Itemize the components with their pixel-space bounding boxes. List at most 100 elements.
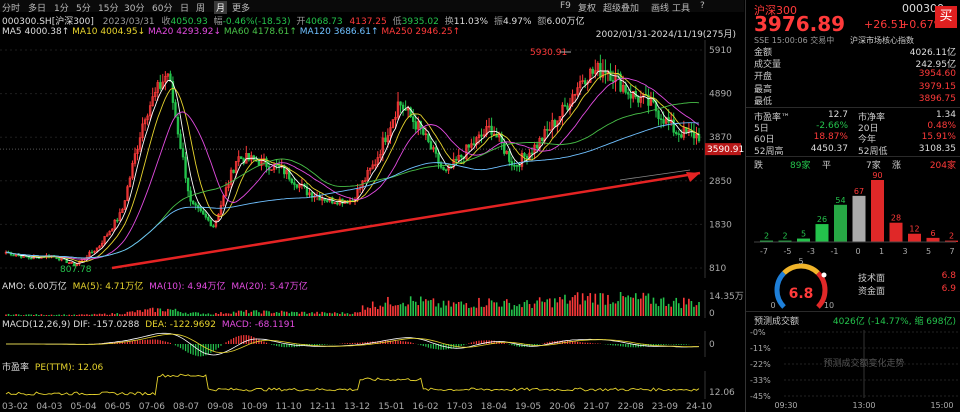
candle-body (513, 164, 516, 167)
x-axis: 03-02 04-03 05-04 06-05 07-06 08-07 09-08 10-09… (2, 402, 712, 412)
toolbar-tool-5[interactable]: ? (700, 1, 705, 11)
amo-bar (293, 312, 296, 316)
toolbar-tool-4[interactable]: 工具 (672, 1, 690, 14)
candle-body (199, 207, 202, 212)
period-6[interactable]: 60分 (152, 1, 172, 14)
candle-body (434, 147, 438, 154)
amo-bar (652, 297, 655, 316)
amo-bar (240, 310, 243, 316)
candle-body (240, 156, 243, 160)
amo-bar (475, 307, 478, 316)
amo-bar (627, 295, 629, 316)
amo-bar (164, 311, 167, 316)
period-2[interactable]: 1分 (54, 1, 69, 14)
amo-bar (192, 312, 194, 316)
dist-bar-label: 67 (854, 187, 864, 196)
amo-bar (323, 312, 326, 316)
candle-body (490, 125, 493, 135)
amo-bar (91, 314, 93, 316)
amo-bar (265, 310, 268, 316)
candle-body (326, 200, 329, 202)
period-5[interactable]: 30分 (124, 1, 144, 14)
toolbar-tool-0[interactable]: F9 (560, 1, 571, 11)
period-1[interactable]: 多日 (28, 1, 46, 14)
candle-body (626, 92, 630, 95)
toolbar-tool-1[interactable]: 复权 (578, 1, 596, 14)
amo-bar (154, 312, 157, 316)
ma250-value: MA250 2946.25↑ (381, 27, 461, 37)
amo-bar (108, 314, 111, 316)
amo-bar (404, 306, 407, 316)
dist-bar-label: 26 (817, 215, 827, 224)
x-tick-label: 20-06 (549, 402, 575, 412)
amo-bar (485, 305, 488, 316)
svg-text:15:00: 15:00 (930, 401, 953, 410)
turnover-value: 11.03% (453, 17, 489, 27)
amo-bar (364, 309, 366, 316)
amo-bar (574, 295, 576, 316)
amo-bar (179, 312, 182, 316)
amo-bar (189, 312, 192, 316)
candle-body (503, 142, 506, 154)
amo-bar (445, 305, 447, 316)
dist-bar-label: 90 (872, 171, 882, 180)
candle-body (697, 134, 701, 142)
amo-bar (531, 307, 533, 316)
amo-bar (566, 303, 569, 316)
y-tick-label: 4890 (709, 90, 732, 100)
svg-text:0: 0 (770, 301, 775, 310)
pe-line (5, 373, 700, 396)
toolbar-tool-2[interactable]: 超级叠加 (603, 1, 639, 14)
period-8[interactable]: 周 (196, 1, 205, 14)
amo-bar (693, 306, 695, 316)
amo-bar (498, 306, 500, 316)
period-4[interactable]: 15分 (98, 1, 118, 14)
candle-body (212, 225, 215, 228)
candle-body (515, 165, 519, 167)
amo-bar (528, 304, 531, 316)
period-7[interactable]: 日 (180, 1, 189, 14)
amo-bar (543, 302, 546, 316)
amo-chart[interactable]: 14.35万亿 0 (0, 290, 744, 318)
candle-body (159, 82, 162, 89)
amo-bar (15, 314, 17, 316)
amo-bar (685, 304, 688, 316)
amo-bar (45, 314, 48, 316)
date-range: 2002/01/31-2024/11/19(275月) (595, 30, 736, 40)
y-tick-label: 810 (709, 264, 726, 274)
buy-button[interactable]: 买 (935, 6, 957, 28)
dist-axis-label: 1 (879, 247, 884, 256)
change-value: -0.46%(-18.53) (222, 17, 291, 27)
amo-bar (242, 311, 245, 316)
amo-bar (394, 305, 397, 316)
candle-body (508, 151, 511, 162)
pe-chart[interactable]: 12.06 (0, 371, 744, 399)
y-tick-label: 3870 (709, 133, 732, 143)
candle-body (566, 105, 569, 110)
open-value: 4068.73 (305, 17, 343, 27)
period-3[interactable]: 5分 (76, 1, 91, 14)
candle-body (449, 165, 453, 168)
amo-bar (407, 304, 409, 316)
period-10[interactable]: 更多 (232, 1, 250, 14)
kline-chart[interactable]: 5910 4890 3870 2850 1830 810 3590.91 5930.91 807… (0, 40, 744, 278)
amo-bar (22, 315, 25, 316)
amo-bar (93, 313, 96, 316)
macd-chart[interactable]: 0 (0, 331, 744, 357)
candle-body (672, 119, 675, 133)
amo-bar (88, 314, 91, 316)
price-change: +26.51 (864, 18, 905, 31)
amo-bar (442, 300, 445, 316)
amo-bar (199, 314, 202, 316)
y-tick-label: 2850 (709, 177, 732, 187)
amo-bar (586, 296, 589, 316)
period-0[interactable]: 分时 (2, 1, 20, 14)
candle-body (422, 127, 425, 135)
amo-bar (124, 313, 126, 316)
pred-tick: -45% (750, 392, 771, 401)
period-9[interactable]: 月 (214, 1, 228, 14)
toolbar-tool-3[interactable]: 画线 (651, 1, 669, 14)
amo-bar (253, 310, 255, 316)
amo-bar (597, 304, 599, 316)
amo-bar (12, 314, 15, 316)
